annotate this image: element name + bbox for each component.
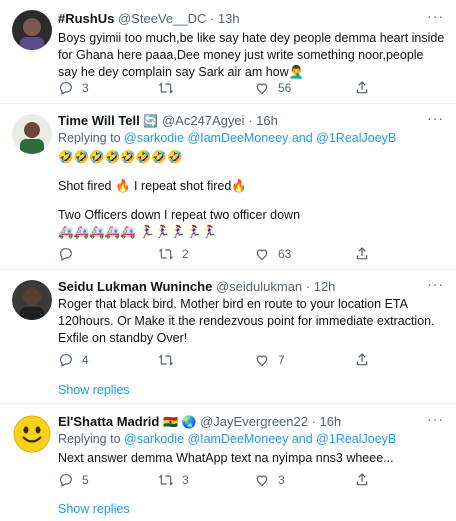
replying-to: Replying to @sarkodie @IamDeeMoneey and …: [58, 431, 446, 448]
retweet-button[interactable]: 3: [158, 472, 189, 488]
retweet-count: 3: [182, 473, 189, 487]
like-button[interactable]: 3: [254, 472, 285, 488]
retweet-count: 2: [182, 247, 189, 261]
like-count: 63: [278, 247, 292, 261]
avatar[interactable]: [12, 280, 52, 320]
share-button[interactable]: [354, 472, 370, 488]
reply-mentions[interactable]: @sarkodie @IamDeeMoneey and @1RealJoeyB: [124, 131, 396, 145]
timestamp[interactable]: · 16h: [312, 414, 342, 429]
badge-icon: 🔄: [143, 114, 159, 128]
like-button[interactable]: 63: [254, 246, 291, 262]
tweet-text: Next answer demma WhatApp text na nyimpa…: [58, 451, 394, 465]
reply-button[interactable]: 3: [58, 80, 89, 96]
timestamp[interactable]: · 13h: [210, 11, 240, 26]
share-button[interactable]: [354, 80, 370, 96]
reply-count: 5: [82, 473, 89, 487]
share-icon: [356, 353, 368, 366]
avatar[interactable]: [12, 114, 52, 154]
more-options-icon[interactable]: ···: [427, 411, 444, 427]
tweet[interactable]: #RushUs @SteeVe__DC · 13h Boys gyimii to…: [0, 0, 456, 104]
tweet-text-line: 🤣🤣🤣🤣🤣🤣🤣🤣: [58, 150, 183, 164]
like-count: 7: [278, 353, 285, 367]
show-replies-link[interactable]: Show replies: [58, 502, 130, 516]
reply-icon: [60, 354, 72, 368]
display-name[interactable]: #RushUs: [58, 11, 114, 26]
reply-icon: [60, 82, 72, 96]
avatar[interactable]: [12, 10, 52, 50]
reply-button[interactable]: 5: [58, 472, 89, 488]
globe-icon: 🌏: [181, 415, 197, 429]
retweet-icon: [158, 474, 174, 486]
heart-icon: [256, 249, 268, 261]
handle[interactable]: @JayEvergreen22: [200, 414, 308, 429]
timestamp[interactable]: · 16h: [248, 113, 278, 128]
replying-to-label: Replying to: [58, 131, 121, 145]
retweet-icon: [158, 248, 174, 260]
handle[interactable]: @seidulukman: [216, 279, 302, 294]
ghana-flag-icon: 🇬🇭: [162, 415, 178, 429]
reply-count: 3: [82, 81, 89, 95]
tweet-text-line: Shot fired 🔥 I repeat shot fired🔥: [58, 179, 247, 193]
avatar[interactable]: [12, 414, 52, 454]
show-replies-link[interactable]: Show replies: [58, 383, 130, 397]
like-count: 3: [278, 473, 285, 487]
share-icon: [356, 247, 368, 260]
heart-icon: [256, 355, 268, 367]
retweet-button[interactable]: [158, 80, 182, 96]
retweet-button[interactable]: 2: [158, 246, 189, 262]
replying-to: Replying to @sarkodie @IamDeeMoneey and …: [58, 130, 446, 147]
share-icon: [356, 81, 368, 94]
like-button[interactable]: 56: [254, 80, 291, 96]
retweet-button[interactable]: [158, 352, 182, 368]
reply-mentions[interactable]: @sarkodie @IamDeeMoneey and @1RealJoeyB: [124, 432, 396, 446]
retweet-icon: [158, 354, 174, 366]
more-options-icon[interactable]: ···: [427, 110, 444, 126]
tweet-text-line: Two Officers down I repeat two officer d…: [58, 208, 301, 222]
replying-to-label: Replying to: [58, 432, 121, 446]
timestamp[interactable]: · 12h: [306, 279, 336, 294]
more-options-icon[interactable]: ···: [427, 8, 444, 24]
more-options-icon[interactable]: ···: [427, 276, 444, 292]
display-name[interactable]: Seidu Lukman Wuninche: [58, 279, 212, 294]
retweet-icon: [158, 82, 174, 94]
reply-count: 4: [82, 353, 89, 367]
tweet[interactable]: Seidu Lukman Wuninche @seidulukman · 12h…: [0, 270, 456, 404]
share-icon: [356, 473, 368, 486]
like-count: 56: [278, 81, 292, 95]
tweet-text: Boys gyimii too much,be like say hate de…: [58, 31, 445, 79]
handle[interactable]: @SteeVe__DC: [118, 11, 206, 26]
tweet-text: Roger that black bird. Mother bird en ro…: [58, 297, 435, 345]
tweet[interactable]: El'Shatta Madrid 🇬🇭 🌏 @JayEvergreen22 · …: [0, 404, 456, 521]
reply-icon: [60, 474, 72, 488]
reply-button[interactable]: [58, 246, 82, 262]
display-name[interactable]: El'Shatta Madrid: [58, 414, 159, 429]
handle[interactable]: @Ac247Agyei: [162, 113, 245, 128]
like-button[interactable]: 7: [254, 352, 285, 368]
reply-icon: [60, 248, 72, 262]
tweet-text-line: 🚑🚑🚑🚑🚑 🏃‍♀️🏃‍♀️🏃‍♀️🏃‍♀️🏃‍♀️: [58, 225, 218, 239]
heart-icon: [256, 475, 268, 487]
share-button[interactable]: [354, 246, 370, 262]
heart-icon: [256, 83, 268, 95]
display-name[interactable]: Time Will Tell: [58, 113, 140, 128]
tweet[interactable]: Time Will Tell 🔄 @Ac247Agyei · 16h Reply…: [0, 104, 456, 270]
share-button[interactable]: [354, 352, 370, 368]
reply-button[interactable]: 4: [58, 352, 89, 368]
